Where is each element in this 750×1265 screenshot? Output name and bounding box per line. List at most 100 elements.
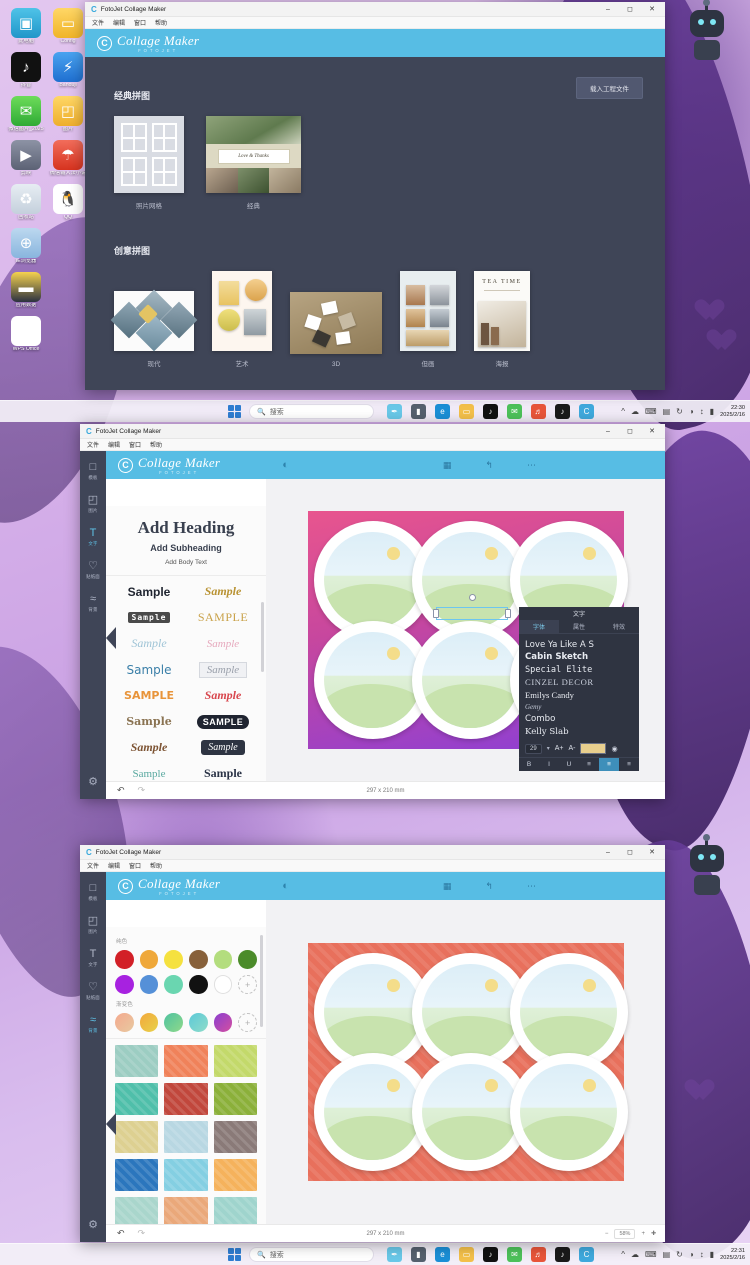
pattern-swatch[interactable]: [115, 1045, 159, 1077]
font-option[interactable]: Cabin Sketch: [525, 651, 639, 663]
add-subheading-preset[interactable]: Add Subheading: [112, 543, 260, 553]
font-size-value[interactable]: 29: [525, 743, 542, 754]
taskbar-douyin-icon[interactable]: ♪: [555, 1247, 570, 1262]
close-button[interactable]: ✕: [641, 845, 663, 860]
gradient-swatch[interactable]: [164, 1013, 183, 1032]
chevron-down-icon[interactable]: ▾: [547, 745, 550, 752]
tray-icon-3[interactable]: ▤: [663, 407, 671, 416]
popup-tabs[interactable]: 字体 属性 特效: [519, 620, 639, 634]
taskbar-search-input[interactable]: 🔍 搜索: [249, 404, 374, 419]
taskbar-clock[interactable]: 22:30 2025/2/16: [720, 405, 745, 419]
tray-icon-4[interactable]: ↻: [676, 407, 683, 416]
taskbar-apps[interactable]: ✒ ▮ e ▭ ♪ ✉ ♬ ♪ C: [387, 1247, 594, 1262]
font-option[interactable]: Special Elite: [525, 664, 639, 676]
pattern-swatch[interactable]: [164, 1159, 208, 1191]
redo-button[interactable]: ↷: [138, 1228, 146, 1239]
desktop-icon-tiktok[interactable]: ♪ 抖音: [5, 52, 47, 89]
tray-icon-6[interactable]: ↕: [700, 1250, 704, 1259]
window-controls[interactable]: – ◻ ✕: [597, 424, 663, 439]
font-sample[interactable]: SAMPLE: [189, 713, 257, 730]
menu-item-编辑[interactable]: 编辑: [113, 18, 125, 27]
color-swatch[interactable]: [188, 975, 208, 994]
taskbar-file-explorer-icon[interactable]: ▮: [411, 404, 426, 419]
tray-icon-0[interactable]: ^: [621, 1250, 625, 1259]
panel-scrollbar[interactable]: [260, 935, 263, 1027]
gradient-color-row[interactable]: +: [115, 1013, 257, 1032]
font-option[interactable]: CINZEL DECOR: [525, 676, 639, 688]
font-sample[interactable]: Sample: [115, 713, 183, 730]
pattern-swatch[interactable]: [164, 1083, 208, 1115]
font-sample[interactable]: Sample: [115, 609, 183, 626]
text-style-panel[interactable]: Add Heading Add Subheading Add Body Text…: [106, 506, 266, 799]
desktop-icon-banduji[interactable]: ⚡ Banduji: [47, 52, 89, 89]
add-heading-preset[interactable]: Add Heading: [112, 518, 260, 538]
font-option[interactable]: Combo: [525, 713, 639, 725]
gradient-swatch[interactable]: [115, 1013, 134, 1032]
system-tray[interactable]: ^ ☁ ⌨ ▤ ↻ ◑ ↕ ▮ 22:31 2025/2/16: [621, 1248, 750, 1262]
taskbar-collage-maker-icon[interactable]: C: [579, 1247, 594, 1262]
font-sample[interactable]: Sample: [189, 739, 257, 756]
desktop-icon-wechat[interactable]: ✉ 微信图片_2025: [5, 96, 47, 133]
color-swatch[interactable]: [115, 975, 134, 994]
share-icon[interactable]: ↰: [485, 881, 493, 892]
menubar[interactable]: 文件 编辑 窗口 帮助: [80, 439, 665, 451]
font-popup-tab-特效[interactable]: 特效: [599, 620, 639, 633]
pattern-swatch[interactable]: [213, 1121, 257, 1153]
menu-item-文件[interactable]: 文件: [87, 440, 99, 449]
desktop-icon-picture[interactable]: ◰ 图片: [47, 96, 89, 133]
pattern-swatch[interactable]: [213, 1083, 257, 1115]
pattern-swatch[interactable]: [213, 1045, 257, 1077]
color-swatch[interactable]: [213, 950, 233, 969]
window-editor-text[interactable]: C FotoJet Collage Maker – ◻ ✕ 文件 编辑 窗口 帮助 □…: [80, 424, 665, 799]
font-sample[interactable]: Sample: [189, 583, 257, 600]
gradient-swatch[interactable]: [213, 1013, 233, 1032]
taskbar-collage-maker-icon[interactable]: C: [579, 404, 594, 419]
collage-canvas[interactable]: [307, 943, 628, 1181]
font-popup-panel[interactable]: 文字 字体 属性 特效 Love Ya Like A S Cabin Sketch Sp…: [519, 607, 639, 772]
tray-icon-2[interactable]: ⌨: [645, 407, 657, 416]
template-item-classic[interactable]: Love & Thanks 经典: [206, 116, 301, 210]
pattern-grid[interactable]: [115, 1045, 257, 1229]
sidebar-item-text[interactable]: T 文字: [81, 527, 105, 547]
undo-button[interactable]: ↶: [117, 785, 125, 796]
taskbar-qq-music-icon[interactable]: ♬: [531, 1247, 546, 1262]
canvas-area[interactable]: [266, 900, 665, 1224]
menu-item-帮助[interactable]: 帮助: [155, 18, 167, 27]
menu-item-文件[interactable]: 文件: [92, 18, 104, 27]
load-project-button[interactable]: 载入工程文件: [576, 77, 643, 99]
font-sample[interactable]: Sample: [189, 765, 257, 782]
font-sample[interactable]: Sample: [189, 687, 257, 704]
desktop-icon-video-editor[interactable]: ▶ 剪映: [5, 140, 47, 177]
gradient-swatch[interactable]: [139, 1013, 159, 1032]
menubar[interactable]: 文件 编辑 窗口 帮助: [85, 17, 665, 29]
add-color-button[interactable]: +: [238, 975, 257, 994]
editor-sidebar[interactable]: □ 模板 ◰ 图片 T 文字 ♡ 贴纸面 ≈ 背景 ⚙: [80, 451, 106, 799]
editor-sidebar[interactable]: □ 模板 ◰ 图片 T 文字 ♡ 贴纸面 ≈ 背景 ⚙: [80, 872, 106, 1242]
align-left-button[interactable]: ≡: [579, 758, 599, 771]
resize-handle-left[interactable]: [432, 609, 439, 618]
close-button[interactable]: ✕: [641, 2, 663, 17]
font-sample[interactable]: SAMPLE: [115, 687, 183, 704]
desktop-icon-wps-office[interactable]: W WPS Office: [5, 316, 47, 353]
sidebar-item-image[interactable]: ◰ 图片: [81, 494, 105, 514]
font-option[interactable]: Kelly Slab: [525, 726, 639, 738]
desktop-icon-appdata[interactable]: ▬ 应用数据: [5, 272, 47, 309]
sidebar-item-image[interactable]: ◰ 图片: [81, 915, 105, 935]
more-icon[interactable]: ⋯: [527, 881, 536, 892]
pattern-swatch[interactable]: [115, 1083, 159, 1115]
font-sample[interactable]: Sample: [189, 661, 257, 678]
sidebar-item-sticker[interactable]: ♡ 贴纸面: [81, 981, 105, 1001]
save-icon[interactable]: ▦: [443, 460, 452, 471]
taskbar-paint-icon[interactable]: ✒: [387, 404, 402, 419]
tray-icon-4[interactable]: ↻: [676, 1250, 683, 1259]
zoom-level[interactable]: 58%: [614, 1228, 636, 1239]
menu-item-窗口[interactable]: 窗口: [129, 861, 141, 870]
align-right-button[interactable]: ≡: [619, 758, 639, 771]
desktop-icon-folder[interactable]: ▭ Config: [47, 8, 89, 45]
font-sample-grid[interactable]: Sample Sample Sample SAMPLE Sample Sample Samp…: [106, 576, 266, 789]
template-item-photo-grid[interactable]: 照片网格: [114, 116, 184, 210]
font-option[interactable]: Gemy: [525, 701, 639, 713]
tray-icon-7[interactable]: ▮: [710, 407, 714, 416]
color-swatch[interactable]: [115, 950, 134, 969]
italic-button[interactable]: I: [539, 758, 559, 771]
